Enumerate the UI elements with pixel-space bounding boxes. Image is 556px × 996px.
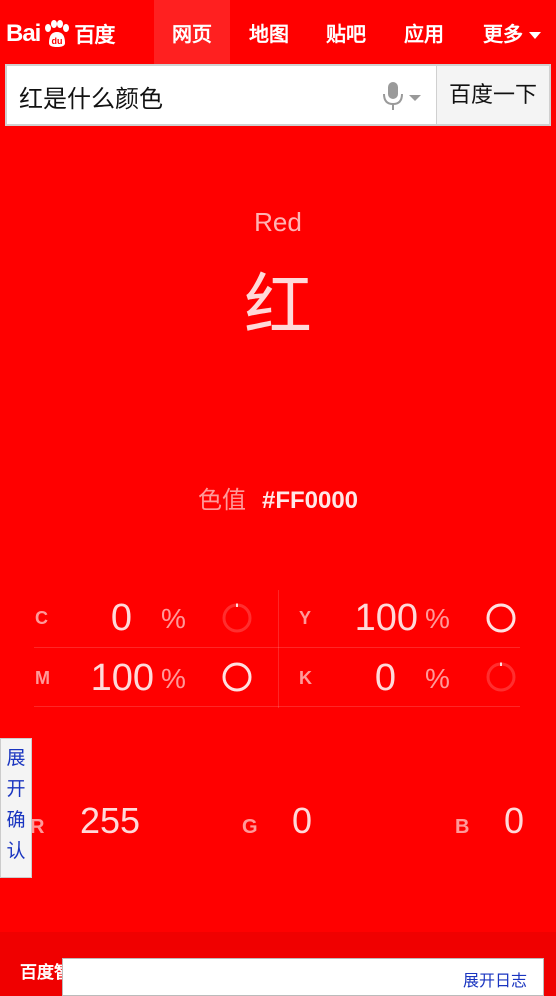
color-english-name: Red xyxy=(254,207,302,237)
progress-ring-c xyxy=(222,603,252,633)
progress-ring-k xyxy=(486,662,516,692)
search-box: 百度一下 xyxy=(5,64,551,126)
cmyk-label-m: M xyxy=(35,668,50,688)
cmyk-unit-m: % xyxy=(161,663,186,694)
rgb-label-b: B xyxy=(455,816,470,838)
logo-du-text: 百度 xyxy=(74,24,115,47)
side-tab-char: 确 xyxy=(6,810,26,831)
rgb-value-r: 255 xyxy=(80,800,141,841)
tab-web[interactable]: 网页 xyxy=(154,0,230,64)
cmyk-value-m: 100 xyxy=(90,657,154,699)
cmyk-value-k: 0 xyxy=(374,657,396,699)
tab-map[interactable]: 地图 xyxy=(232,0,306,64)
paw-icon: du xyxy=(45,20,70,47)
search-input[interactable] xyxy=(17,74,371,118)
expand-confirm-tab[interactable]: 展 开 确 认 xyxy=(0,738,32,878)
log-panel: 展开日志 xyxy=(62,958,544,996)
chevron-down-icon xyxy=(529,32,541,40)
tab-more[interactable]: 更多 xyxy=(470,0,554,64)
tab-tieba[interactable]: 贴吧 xyxy=(308,0,384,64)
cmyk-value-c: 0 xyxy=(110,597,132,639)
cmyk-divider-middle xyxy=(34,647,520,648)
cmyk-divider-vertical xyxy=(278,590,279,708)
cmyk-unit-y: % xyxy=(425,603,450,634)
ring-track xyxy=(222,603,252,633)
side-tab-char: 开 xyxy=(6,779,26,800)
rgb-value-b: 0 xyxy=(504,800,525,841)
cmyk-label-y: Y xyxy=(299,608,312,628)
hex-value: #FF0000 xyxy=(261,487,359,514)
search-button[interactable]: 百度一下 xyxy=(436,66,549,124)
cmyk-value-y: 100 xyxy=(354,597,418,639)
cmyk-unit-k: % xyxy=(425,663,450,694)
tab-apps[interactable]: 应用 xyxy=(386,0,462,64)
rgb-label-g: G xyxy=(242,816,258,838)
ring-track xyxy=(486,662,516,692)
ring-fill xyxy=(222,662,252,692)
side-tab-char: 认 xyxy=(6,841,26,862)
top-navbar: Bai du 百度 网页 地图 贴吧 应用 更多 xyxy=(0,0,556,64)
ring-fill xyxy=(486,603,516,633)
progress-ring-y xyxy=(486,603,516,633)
expand-log-button[interactable]: 展开日志 xyxy=(463,967,527,991)
hex-row: 色值 #FF0000 xyxy=(0,480,556,515)
logo-bai-text: Bai xyxy=(6,20,41,47)
rgb-value-g: 0 xyxy=(292,800,313,841)
rgb-label-r: R xyxy=(30,816,45,838)
progress-ring-m xyxy=(222,662,252,692)
baidu-logo[interactable]: Bai du 百度 xyxy=(6,14,115,54)
side-tab-char: 展 xyxy=(6,748,26,769)
cmyk-unit-c: % xyxy=(161,603,186,634)
hex-label: 色值 xyxy=(197,487,246,514)
microphone-icon[interactable] xyxy=(381,80,405,112)
svg-text:du: du xyxy=(52,36,63,46)
cmyk-divider-bottom xyxy=(34,706,520,707)
color-chinese-name: 红 xyxy=(243,268,312,344)
mic-dropdown-icon[interactable] xyxy=(409,95,421,101)
